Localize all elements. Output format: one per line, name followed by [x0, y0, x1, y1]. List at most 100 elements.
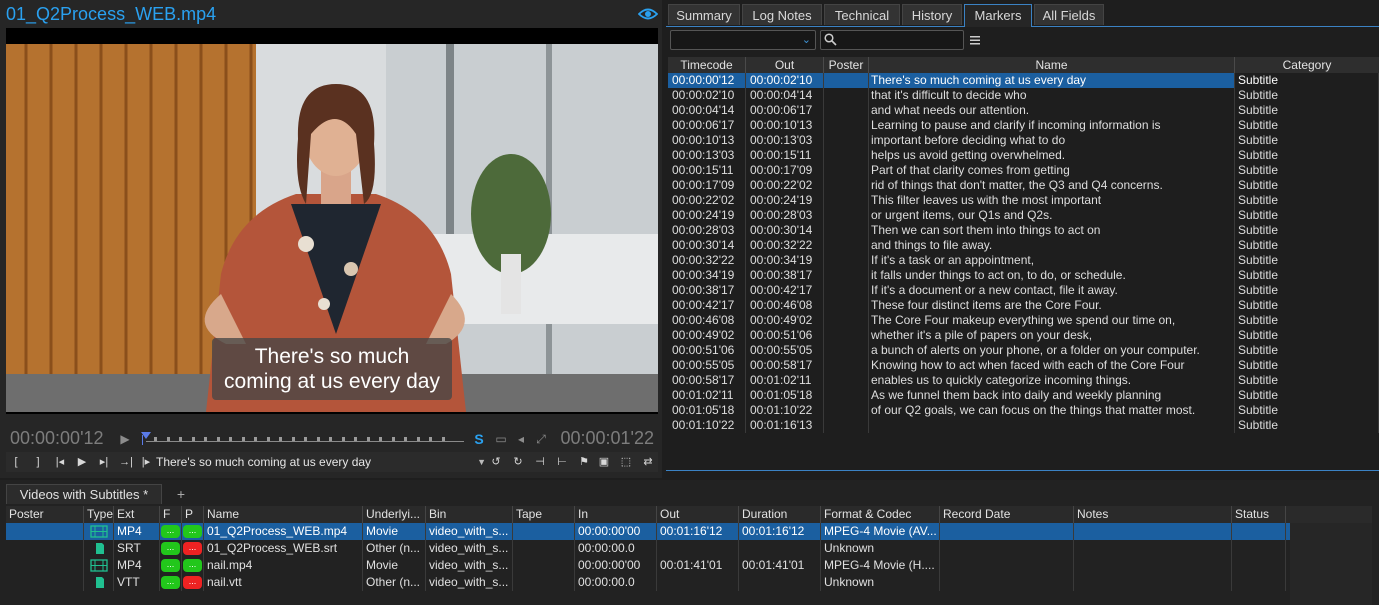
timeline-marker-tick[interactable] — [267, 437, 270, 441]
snapshot-icon[interactable]: ▣ — [596, 455, 612, 469]
timeline-marker-tick[interactable] — [154, 437, 157, 441]
go-to-in-icon[interactable]: |◂ — [52, 455, 68, 469]
comment-icon[interactable]: ▭ — [494, 432, 508, 446]
timeline-marker-tick[interactable] — [292, 437, 295, 441]
bin-column-header-poster[interactable]: Poster — [6, 506, 84, 523]
bin-column-header-ext[interactable]: Ext — [114, 506, 160, 523]
file-status-indicator[interactable]: ... — [161, 542, 180, 555]
mark-out-icon[interactable]: ] — [30, 455, 46, 469]
timeline-marker-tick[interactable] — [304, 437, 307, 441]
tab-log-notes[interactable]: Log Notes — [742, 4, 822, 25]
marker-row[interactable]: 00:01:02'11 00:01:05'18 As we funnel them … — [668, 388, 1379, 403]
sync-icon[interactable]: ⇄ — [640, 455, 656, 469]
proxy-status-indicator[interactable]: ... — [183, 576, 202, 589]
marker-row[interactable]: 00:01:05'18 00:01:10'22 of our Q2 goals, w… — [668, 403, 1379, 418]
loop-icon[interactable]: ↺ — [488, 455, 504, 469]
timeline-marker-tick[interactable] — [354, 437, 357, 441]
column-header-out[interactable]: Out — [746, 57, 824, 73]
marker-row[interactable]: 00:00:38'17 00:00:42'17 If it's a document… — [668, 283, 1379, 298]
menu-icon[interactable] — [970, 36, 980, 45]
marker-row[interactable]: 00:00:58'17 00:01:02'11 enables us to quic… — [668, 373, 1379, 388]
bin-row[interactable]: VTT...... nail.vtt Other (n... video_with_s… — [6, 574, 1372, 591]
timeline-marker-tick[interactable] — [317, 437, 320, 441]
tab-markers[interactable]: Markers — [964, 4, 1032, 27]
timeline-marker-tick[interactable] — [179, 437, 182, 441]
fullscreen-icon[interactable]: ⤢ — [534, 432, 548, 446]
trim-icon[interactable]: ⊢ — [554, 455, 570, 469]
marker-row[interactable]: 00:00:00'12 00:00:02'10 There's so much co… — [668, 73, 1379, 88]
bin-column-header-out[interactable]: Out — [657, 506, 739, 523]
marker-row[interactable]: 00:01:10'22 00:01:16'13 Subtitle — [668, 418, 1379, 433]
tab-summary[interactable]: Summary — [668, 4, 740, 25]
bin-column-header-bin[interactable]: Bin — [426, 506, 513, 523]
marker-row[interactable]: 00:00:30'14 00:00:32'22 and things to file… — [668, 238, 1379, 253]
bin-column-header-status[interactable]: Status — [1232, 506, 1286, 523]
scrub-track[interactable] — [146, 437, 464, 442]
play-icon[interactable]: ▶ — [74, 455, 90, 469]
go-to-end-icon[interactable]: |▸ — [138, 455, 154, 469]
marker-row[interactable]: 00:00:06'17 00:00:10'13 Learning to pause … — [668, 118, 1379, 133]
marker-row[interactable]: 00:00:02'10 00:00:04'14 that it's difficul… — [668, 88, 1379, 103]
marker-row[interactable]: 00:00:13'03 00:00:15'11 helps us avoid get… — [668, 148, 1379, 163]
timeline-marker-tick[interactable] — [254, 437, 257, 441]
tab-history[interactable]: History — [902, 4, 962, 25]
marker-row[interactable]: 00:00:15'11 00:00:17'09 Part of that clari… — [668, 163, 1379, 178]
bin-row[interactable]: SRT...... 01_Q2Process_WEB.srt Other (n...… — [6, 540, 1372, 557]
bin-column-header-in[interactable]: In — [575, 506, 657, 523]
bin-column-header-notes[interactable]: Notes — [1074, 506, 1232, 523]
add-tab-button[interactable]: + — [172, 484, 190, 504]
marker-row[interactable]: 00:00:22'02 00:00:24'19 This filter leaves… — [668, 193, 1379, 208]
column-header-poster[interactable]: Poster — [824, 57, 869, 73]
bin-column-header-f[interactable]: F — [160, 506, 182, 523]
bin-column-header-p[interactable]: P — [182, 506, 204, 523]
volume-icon[interactable]: ◂ — [514, 432, 528, 446]
bin-column-header-name[interactable]: Name — [204, 506, 363, 523]
bin-row[interactable]: MP4...... 01_Q2Process_WEB.mp4 Movie video_… — [6, 523, 1372, 540]
marker-select[interactable]: There's so much coming at us every day ▼ — [156, 453, 486, 471]
marker-row[interactable]: 00:00:04'14 00:00:06'17 and what needs our… — [668, 103, 1379, 118]
marker-row[interactable]: 00:00:46'08 00:00:49'02 The Core Four make… — [668, 313, 1379, 328]
bin-column-header-tape[interactable]: Tape — [513, 506, 575, 523]
proxy-status-indicator[interactable]: ... — [183, 525, 202, 538]
proxy-status-indicator[interactable]: ... — [183, 542, 202, 555]
timeline-marker-tick[interactable] — [204, 437, 207, 441]
bin-column-header-format-codec[interactable]: Format & Codec — [821, 506, 940, 523]
file-status-indicator[interactable]: ... — [161, 576, 180, 589]
timeline-marker-tick[interactable] — [242, 437, 245, 441]
playhead[interactable] — [141, 432, 151, 439]
column-header-name[interactable]: Name — [869, 57, 1235, 73]
mark-in-icon[interactable]: [ — [8, 455, 24, 469]
bin-column-header-duration[interactable]: Duration — [739, 506, 821, 523]
column-header-category[interactable]: Category — [1235, 57, 1379, 73]
timeline-marker-tick[interactable] — [217, 437, 220, 441]
marker-row[interactable]: 00:00:24'19 00:00:28'03 or urgent items, o… — [668, 208, 1379, 223]
subtitle-toggle-icon[interactable]: S — [472, 432, 486, 446]
marker-row[interactable]: 00:00:34'19 00:00:38'17 it falls under thi… — [668, 268, 1379, 283]
timeline-marker-tick[interactable] — [417, 437, 420, 441]
marker-row[interactable]: 00:00:17'09 00:00:22'02 rid of things that… — [668, 178, 1379, 193]
timeline-marker-tick[interactable] — [429, 437, 432, 441]
timeline-marker-tick[interactable] — [379, 437, 382, 441]
marker-search-input[interactable] — [820, 30, 964, 50]
marker-row[interactable]: 00:00:28'03 00:00:30'14 Then we can sort t… — [668, 223, 1379, 238]
timeline-marker-tick[interactable] — [279, 437, 282, 441]
category-filter-dropdown[interactable]: ⌄ — [670, 30, 816, 50]
bin-column-header-underlyi[interactable]: Underlyi... — [363, 506, 426, 523]
timeline-marker-tick[interactable] — [367, 437, 370, 441]
go-to-out-icon[interactable]: →| — [118, 455, 134, 469]
eye-icon[interactable] — [638, 7, 658, 21]
tab-all-fields[interactable]: All Fields — [1034, 4, 1104, 25]
marker-row[interactable]: 00:00:55'05 00:00:58'17 Knowing how to act… — [668, 358, 1379, 373]
split-icon[interactable]: ⊣ — [532, 455, 548, 469]
refresh-icon[interactable]: ↻ — [510, 455, 526, 469]
timeline-marker-tick[interactable] — [329, 437, 332, 441]
bin-tab[interactable]: Videos with Subtitles * — [6, 484, 162, 504]
marker-row[interactable]: 00:00:42'17 00:00:46'08 These four distinc… — [668, 298, 1379, 313]
marker-row[interactable]: 00:00:49'02 00:00:51'06 whether it's a pil… — [668, 328, 1379, 343]
video-frame[interactable]: There's so much coming at us every day — [6, 28, 658, 414]
file-status-indicator[interactable]: ... — [161, 559, 180, 572]
crop-icon[interactable]: ⬚ — [618, 455, 634, 469]
tab-technical[interactable]: Technical — [824, 4, 900, 25]
timeline-marker-tick[interactable] — [404, 437, 407, 441]
bin-column-header-record-date[interactable]: Record Date — [940, 506, 1074, 523]
